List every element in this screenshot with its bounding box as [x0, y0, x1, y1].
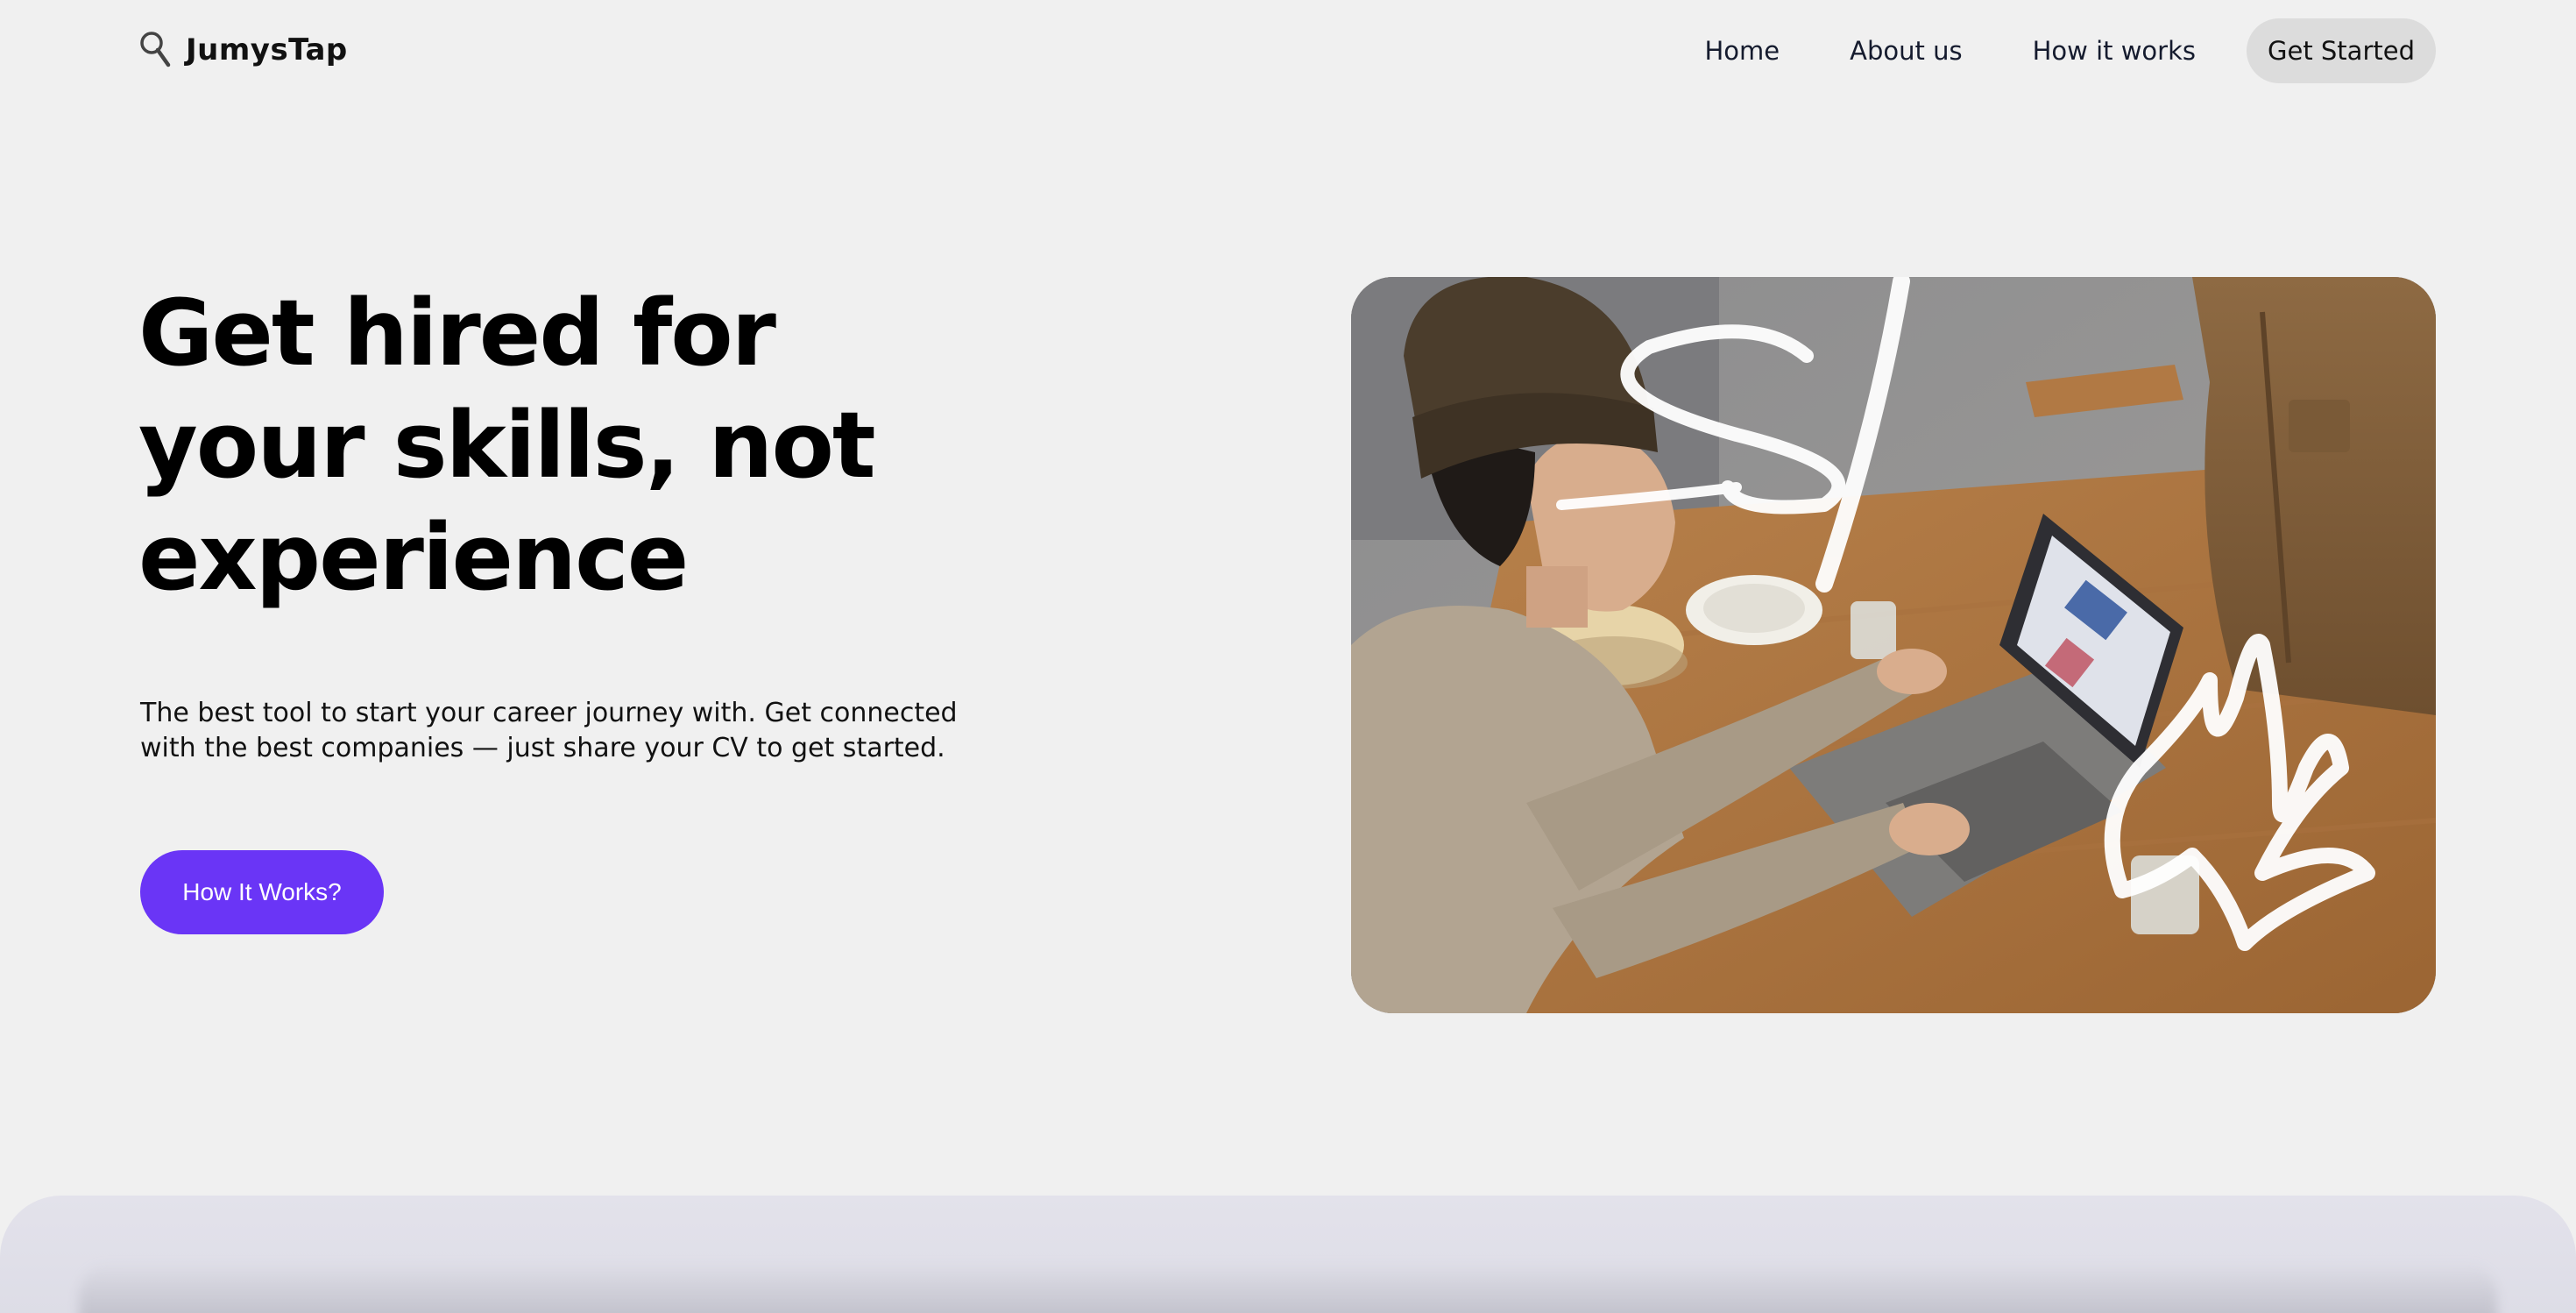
magnifier-icon — [140, 32, 171, 67]
landing-page: JumysTap Home About us How it works Get … — [0, 0, 2576, 1313]
hero-title-line: your skills, not — [138, 392, 876, 499]
brand-name: JumysTap — [186, 32, 348, 67]
nav-about-link[interactable]: About us — [1815, 18, 1997, 83]
hero-image — [1351, 277, 2436, 1013]
nav-home-link[interactable]: Home — [1669, 18, 1815, 83]
how-it-works-button[interactable]: How It Works? — [140, 850, 384, 934]
nav-links: Home About us How it works Get Started — [1669, 18, 2436, 83]
hero-title: Get hired for your skills, not experience — [138, 277, 1015, 614]
hero-title-line: experience — [138, 504, 689, 611]
next-section-card-edge — [79, 1262, 2497, 1313]
hero-description-line: The best tool to start your career journ… — [140, 698, 958, 728]
hero-description: The best tool to start your career journ… — [140, 696, 1016, 766]
get-started-button[interactable]: Get Started — [2247, 18, 2436, 83]
top-nav: JumysTap Home About us How it works Get … — [0, 0, 2576, 102]
hero-title-line: Get hired for — [138, 280, 776, 387]
brand-logo[interactable]: JumysTap — [138, 30, 348, 70]
hero-photo — [1351, 277, 2436, 1013]
hero-description-line: with the best companies — just share you… — [140, 733, 945, 763]
nav-how-it-works-link[interactable]: How it works — [1998, 18, 2231, 83]
